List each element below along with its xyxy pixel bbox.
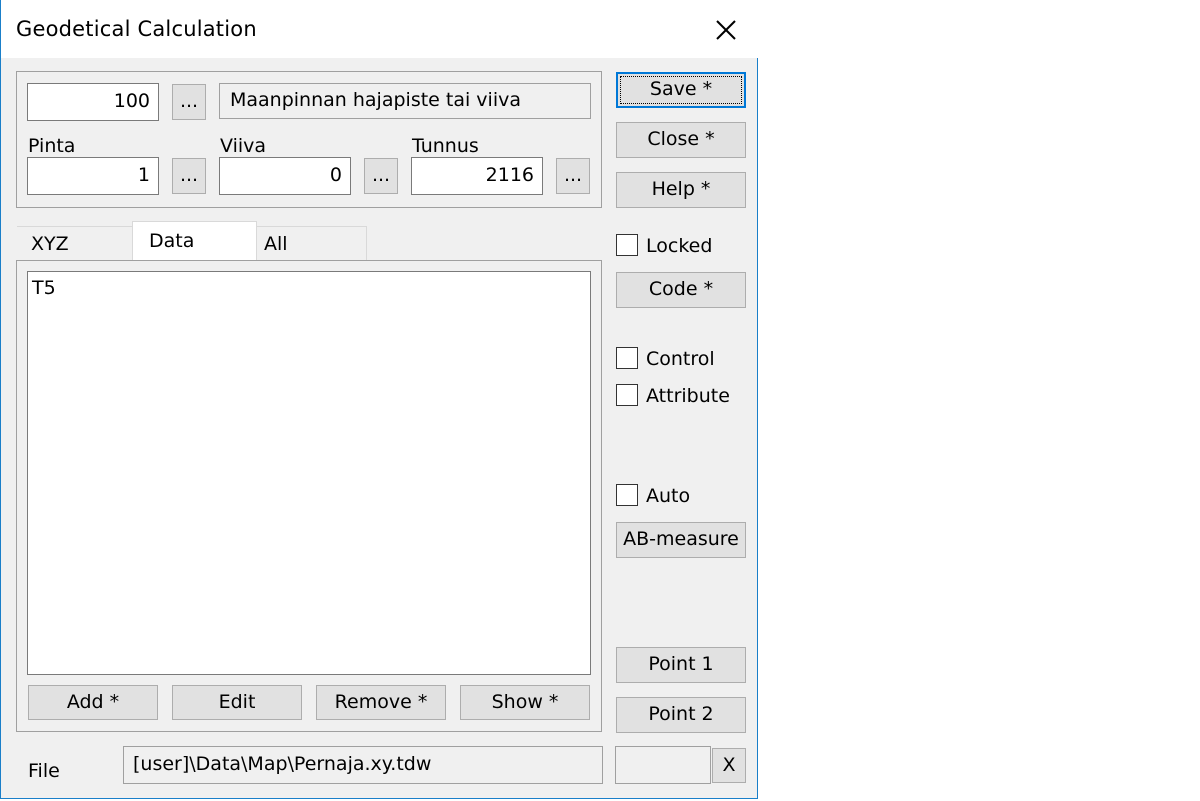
file-extra-field	[615, 746, 711, 784]
point2-button[interactable]: Point 2	[616, 697, 746, 733]
locked-label: Locked	[646, 235, 713, 257]
ab-measure-button[interactable]: AB-measure	[616, 522, 746, 558]
save-button[interactable]: Save *	[616, 72, 746, 108]
point1-button[interactable]: Point 1	[616, 647, 746, 683]
auto-label: Auto	[646, 485, 691, 507]
pinta-label: Pinta	[28, 135, 76, 157]
dialog-window: Geodetical Calculation 100 ... Maanpinna…	[0, 0, 758, 799]
pinta-browse-button[interactable]: ...	[172, 158, 206, 194]
viiva-input[interactable]: 0	[219, 157, 351, 195]
viiva-browse-button[interactable]: ...	[364, 158, 398, 194]
tab-data[interactable]: Data	[132, 221, 257, 261]
remove-button[interactable]: Remove *	[316, 685, 446, 720]
tunnus-input[interactable]: 2116	[411, 157, 543, 195]
close-icon[interactable]	[710, 14, 742, 46]
file-path-field: [user]\Data\Map\Pernaja.xy.tdw	[123, 746, 603, 784]
file-label: File	[28, 760, 60, 782]
code-button[interactable]: Code *	[616, 272, 746, 308]
control-checkbox[interactable]	[616, 347, 638, 369]
title-bar: Geodetical Calculation	[1, 0, 758, 58]
auto-checkbox[interactable]	[616, 484, 638, 506]
pinta-input[interactable]: 1	[27, 157, 159, 195]
locked-checkbox[interactable]	[616, 234, 638, 256]
window-title: Geodetical Calculation	[16, 17, 257, 41]
clear-button[interactable]: X	[712, 748, 746, 783]
list-item[interactable]: T5	[32, 277, 586, 299]
attribute-checkbox[interactable]	[616, 384, 638, 406]
tab-xyz[interactable]: XYZ	[17, 226, 133, 260]
edit-button[interactable]: Edit	[172, 685, 302, 720]
control-label: Control	[646, 348, 715, 370]
help-button[interactable]: Help *	[616, 172, 746, 208]
add-button[interactable]: Add *	[28, 685, 158, 720]
code-input[interactable]: 100	[27, 83, 159, 121]
tab-all[interactable]: All	[257, 226, 367, 260]
code-browse-button[interactable]: ...	[172, 84, 206, 120]
tunnus-label: Tunnus	[412, 135, 479, 157]
attribute-label: Attribute	[646, 385, 730, 407]
viiva-label: Viiva	[220, 135, 267, 157]
tunnus-browse-button[interactable]: ...	[556, 158, 590, 194]
close-button[interactable]: Close *	[616, 122, 746, 158]
code-description-field: Maanpinnan hajapiste tai viiva	[219, 83, 591, 119]
show-button[interactable]: Show *	[460, 685, 590, 720]
data-list[interactable]: T5	[27, 271, 591, 675]
